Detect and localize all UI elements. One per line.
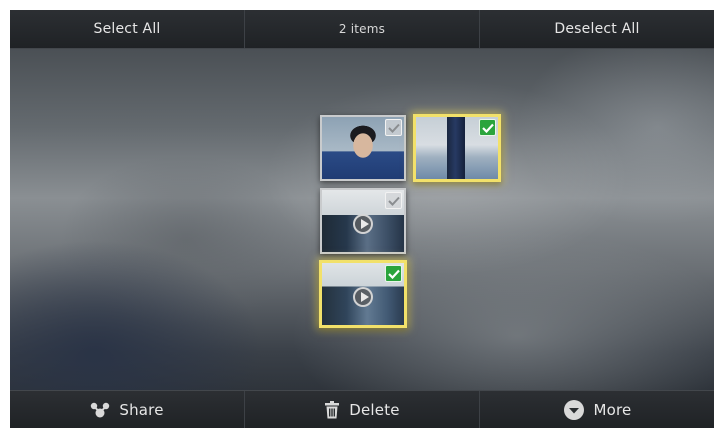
selected-count: 2 items bbox=[245, 10, 480, 48]
thumbnail-portrait[interactable] bbox=[320, 115, 406, 181]
select-all-button[interactable]: Select All bbox=[10, 10, 245, 48]
checkmark-icon bbox=[387, 123, 400, 133]
trash-icon bbox=[324, 401, 340, 419]
share-label: Share bbox=[119, 401, 164, 419]
bottom-action-bar: Share Delete More bbox=[10, 390, 714, 428]
thumbnail-bottle[interactable] bbox=[413, 114, 501, 182]
delete-label: Delete bbox=[349, 401, 400, 419]
thumbnail-video-office-selected[interactable] bbox=[319, 260, 407, 328]
checkbox-checked[interactable] bbox=[479, 119, 496, 136]
thumbnail-video-office[interactable] bbox=[320, 188, 406, 254]
more-label: More bbox=[593, 401, 632, 419]
deselect-all-label: Deselect All bbox=[554, 21, 640, 37]
share-button[interactable]: Share bbox=[10, 391, 245, 428]
more-button[interactable]: More bbox=[480, 391, 714, 428]
select-all-label: Select All bbox=[93, 21, 161, 37]
deselect-all-button[interactable]: Deselect All bbox=[480, 10, 714, 48]
more-chevron-icon bbox=[563, 399, 585, 421]
checkmark-icon bbox=[387, 269, 400, 279]
play-icon bbox=[353, 214, 373, 235]
share-icon bbox=[90, 401, 110, 419]
checkbox-checked[interactable] bbox=[385, 265, 402, 282]
delete-button[interactable]: Delete bbox=[245, 391, 480, 428]
gallery-screen: Select All 2 items Deselect All Share De… bbox=[10, 10, 714, 428]
checkmark-icon bbox=[387, 196, 400, 206]
checkbox-unchecked[interactable] bbox=[385, 192, 402, 209]
checkmark-icon bbox=[481, 123, 494, 133]
play-icon bbox=[353, 287, 373, 308]
selection-action-bar: Select All 2 items Deselect All bbox=[10, 10, 714, 49]
checkbox-unchecked[interactable] bbox=[385, 119, 402, 136]
selected-count-label: 2 items bbox=[338, 22, 386, 36]
